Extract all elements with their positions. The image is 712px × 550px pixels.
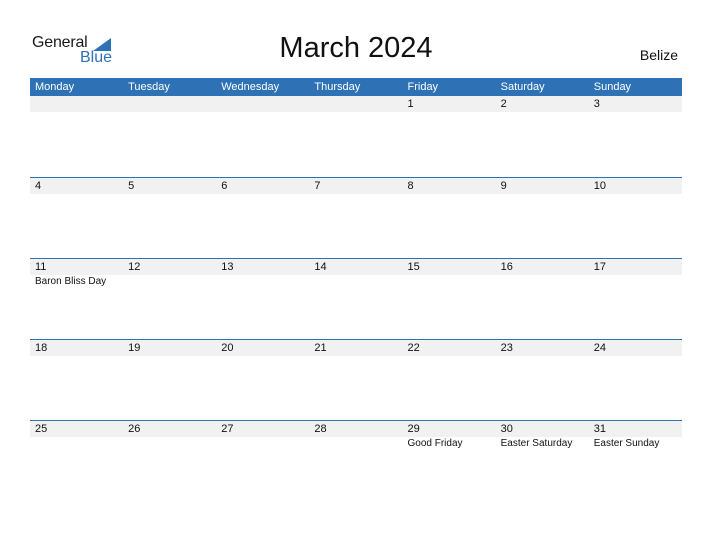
day-cell: 17 [589, 259, 682, 289]
week-cells: 25 26 27 28 29 Good Friday 30 Easter Saturday 31… [30, 421, 682, 451]
day-number: 18 [35, 342, 48, 354]
week-row: 4 5 6 7 8 9 10 [30, 177, 682, 258]
week-row: 11 Baron Bliss Day 12 13 14 15 16 17 [30, 258, 682, 339]
day-number: 9 [500, 180, 507, 192]
day-number: 25 [35, 423, 48, 435]
weekday-header: Monday Tuesday Wednesday Thursday Friday… [30, 78, 682, 96]
day-number: 24 [593, 342, 606, 354]
day-cell: 31 Easter Sunday [589, 421, 682, 451]
day-number: 15 [407, 261, 420, 273]
day-number: 1 [407, 98, 414, 110]
day-cell [216, 96, 309, 112]
day-cell: 10 [589, 178, 682, 194]
weekday-sunday: Sunday [593, 81, 632, 93]
day-number: 7 [314, 180, 321, 192]
calendar-grid: Monday Tuesday Wednesday Thursday Friday… [30, 78, 682, 501]
week-cells: 18 19 20 21 22 23 24 [30, 340, 682, 356]
day-number: 5 [128, 180, 135, 192]
week-cells: 11 Baron Bliss Day 12 13 14 15 16 17 [30, 259, 682, 289]
day-number: 6 [221, 180, 228, 192]
day-cell: 19 [123, 340, 216, 356]
holiday-label: Baron Bliss Day [35, 276, 107, 287]
holiday-label: Easter Sunday [593, 438, 660, 449]
day-number: 31 [593, 423, 606, 435]
day-cell: 18 [30, 340, 123, 356]
day-number: 26 [128, 423, 141, 435]
day-cell: 3 [589, 96, 682, 112]
day-cell: 11 Baron Bliss Day [30, 259, 123, 289]
day-number: 21 [314, 342, 327, 354]
day-number: 22 [407, 342, 420, 354]
day-number: 30 [500, 423, 513, 435]
day-cell: 1 [403, 96, 496, 112]
day-cell: 12 [123, 259, 216, 289]
day-number [128, 96, 216, 112]
weekday-friday: Friday [407, 81, 439, 93]
day-number: 11 [35, 261, 47, 273]
day-number: 20 [221, 342, 234, 354]
day-number: 29 [407, 423, 420, 435]
day-cell: 26 [123, 421, 216, 451]
day-cell [309, 96, 402, 112]
day-cell: 28 [309, 421, 402, 451]
day-number: 3 [593, 98, 600, 110]
day-number: 27 [221, 423, 234, 435]
day-cell [123, 96, 216, 112]
weekday-tuesday: Tuesday [128, 81, 170, 93]
week-cells: 4 5 6 7 8 9 10 [30, 178, 682, 194]
day-cell: 30 Easter Saturday [496, 421, 589, 451]
day-cell: 14 [309, 259, 402, 289]
day-number: 2 [500, 98, 507, 110]
day-number: 17 [593, 261, 606, 273]
day-number: 12 [128, 261, 141, 273]
day-cell: 13 [216, 259, 309, 289]
day-cell: 16 [496, 259, 589, 289]
weekday-thursday: Thursday [314, 81, 361, 93]
day-cell: 8 [403, 178, 496, 194]
day-number: 8 [407, 180, 414, 192]
day-number [221, 96, 309, 112]
week-row: 1 2 3 [30, 96, 682, 177]
day-cell: 21 [309, 340, 402, 356]
day-cell [30, 96, 123, 112]
country-label: Belize [639, 47, 678, 63]
day-cell: 22 [403, 340, 496, 356]
day-number: 4 [35, 180, 42, 192]
day-cell: 9 [496, 178, 589, 194]
day-cell: 5 [123, 178, 216, 194]
day-number [314, 96, 402, 112]
day-number: 28 [314, 423, 327, 435]
weekday-wednesday: Wednesday [221, 81, 280, 93]
day-number: 23 [500, 342, 513, 354]
day-number: 10 [593, 180, 606, 192]
day-cell: 2 [496, 96, 589, 112]
day-cell: 20 [216, 340, 309, 356]
day-cell: 6 [216, 178, 309, 194]
day-number [35, 96, 123, 112]
week-row: 25 26 27 28 29 Good Friday 30 Easter Saturday 31… [30, 420, 682, 501]
day-cell: 29 Good Friday [403, 421, 496, 451]
holiday-label: Easter Saturday [500, 438, 573, 449]
day-number: 13 [221, 261, 234, 273]
day-cell: 23 [496, 340, 589, 356]
holiday-label: Good Friday [407, 438, 463, 449]
day-cell: 4 [30, 178, 123, 194]
day-cell: 7 [309, 178, 402, 194]
weekday-saturday: Saturday [500, 81, 545, 93]
calendar-title: March 2024 [279, 32, 433, 64]
week-row: 18 19 20 21 22 23 24 [30, 339, 682, 420]
day-number: 14 [314, 261, 327, 273]
day-cell: 25 [30, 421, 123, 451]
day-cell: 15 [403, 259, 496, 289]
day-number: 19 [128, 342, 141, 354]
week-cells: 1 2 3 [30, 96, 682, 112]
day-cell: 27 [216, 421, 309, 451]
day-cell: 24 [589, 340, 682, 356]
weekday-monday: Monday [35, 81, 75, 93]
day-number: 16 [500, 261, 513, 273]
